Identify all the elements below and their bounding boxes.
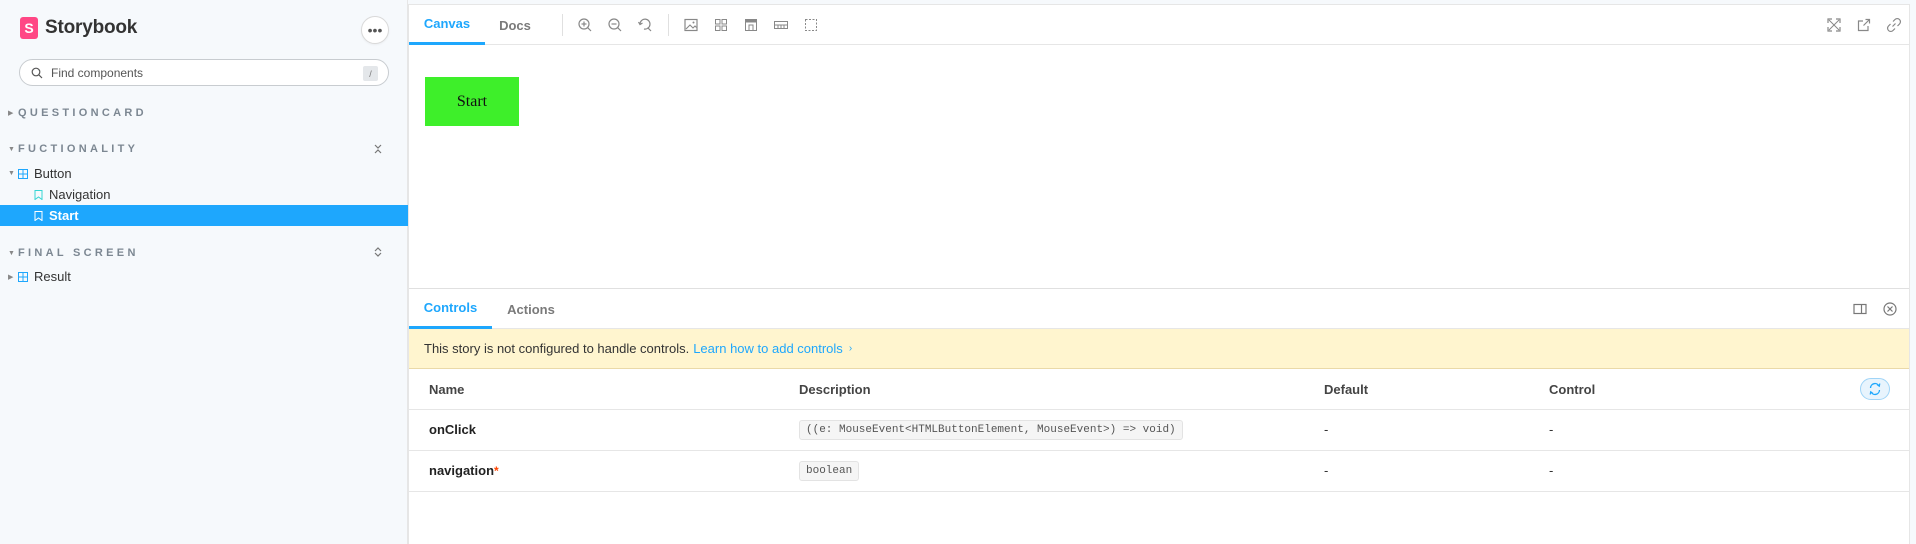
panel-orientation-icon[interactable] xyxy=(1852,301,1868,317)
tree-item-button[interactable]: ▼ Button xyxy=(0,163,408,184)
table-row: navigation* boolean - - xyxy=(409,451,1909,492)
tree-item-label: Navigation xyxy=(49,187,111,202)
toolbar-divider xyxy=(668,14,669,36)
refresh-icon xyxy=(1869,382,1881,396)
prop-type: boolean xyxy=(799,461,860,481)
tree-item-navigation[interactable]: Navigation xyxy=(0,184,408,205)
brand[interactable]: S Storybook xyxy=(20,17,137,39)
tab-docs[interactable]: Docs xyxy=(485,5,545,45)
prop-name: navigation* xyxy=(429,463,499,478)
table-row: onClick ((e: MouseEvent<HTMLButtonElemen… xyxy=(409,410,1909,451)
tree-item-start[interactable]: Start xyxy=(0,205,408,226)
controls-notice: This story is not configured to handle c… xyxy=(409,329,1909,369)
tree-item-label: Result xyxy=(34,269,71,284)
prop-default: - xyxy=(1324,463,1329,478)
start-button[interactable]: Start xyxy=(425,77,519,126)
bookmark-icon xyxy=(34,210,43,221)
group-label: FINAL SCREEN xyxy=(18,247,139,259)
tab-controls[interactable]: Controls xyxy=(409,289,492,329)
bookmark-icon xyxy=(34,189,43,200)
search-icon xyxy=(31,67,43,78)
group-label: FUCTIONALITY xyxy=(18,143,139,155)
zoom-in-icon[interactable] xyxy=(577,17,593,33)
group-fuctionality[interactable]: ▼ FUCTIONALITY xyxy=(8,143,138,155)
brand-name: Storybook xyxy=(45,17,138,38)
prop-type: ((e: MouseEvent<HTMLButtonElement, Mouse… xyxy=(799,420,1183,440)
component-icon xyxy=(18,168,28,179)
group-questioncard[interactable]: ▶ QUESTIONCARD xyxy=(8,107,147,119)
required-marker: * xyxy=(494,464,499,478)
prop-control: - xyxy=(1549,463,1554,478)
chevron-right-icon: › xyxy=(848,343,853,354)
chevron-right-icon: ▶ xyxy=(8,273,14,281)
tab-actions[interactable]: Actions xyxy=(492,289,570,329)
prop-name: onClick xyxy=(429,422,476,437)
tree-item-label: Start xyxy=(49,208,79,223)
search-shortcut-badge: / xyxy=(363,66,378,81)
prop-control: - xyxy=(1549,422,1554,437)
column-header-name: Name xyxy=(429,382,465,397)
column-header-description: Description xyxy=(799,382,871,397)
sidebar: S Storybook ••• / ▶ QUESTIONCARD ▼ FUCTI… xyxy=(0,0,408,544)
copy-link-icon[interactable] xyxy=(1886,17,1902,33)
component-icon xyxy=(18,271,28,282)
search-input[interactable] xyxy=(51,65,351,80)
prop-default: - xyxy=(1324,422,1329,437)
search-box[interactable]: / xyxy=(19,59,389,86)
viewport-icon[interactable] xyxy=(743,17,759,33)
grid-icon[interactable] xyxy=(713,17,729,33)
close-panel-icon[interactable] xyxy=(1882,301,1898,317)
collapse-all-icon[interactable] xyxy=(372,143,384,155)
chevron-right-icon: ▶ xyxy=(8,110,14,117)
main-area: Canvas Docs Start Controls Actions This … xyxy=(409,5,1909,544)
tree-item-result[interactable]: ▶ Result xyxy=(0,266,408,287)
addons-panel: Controls Actions This story is not confi… xyxy=(409,288,1909,544)
learn-controls-link[interactable]: Learn how to add controls xyxy=(693,341,843,356)
chevron-down-icon: ▼ xyxy=(8,170,15,177)
chevron-down-icon: ▼ xyxy=(8,249,15,257)
column-header-default: Default xyxy=(1324,382,1369,397)
group-label: QUESTIONCARD xyxy=(18,107,147,119)
background-icon[interactable] xyxy=(683,17,699,33)
story-canvas: Start xyxy=(409,45,1909,288)
reset-controls-button[interactable] xyxy=(1860,378,1890,400)
chevron-down-icon: ▼ xyxy=(8,145,15,153)
fullscreen-icon[interactable] xyxy=(1826,17,1842,33)
tree-item-label: Button xyxy=(34,166,72,181)
tab-canvas[interactable]: Canvas xyxy=(409,5,485,45)
zoom-reset-icon[interactable] xyxy=(637,17,653,33)
open-new-tab-icon[interactable] xyxy=(1856,17,1872,33)
column-header-control: Control xyxy=(1549,382,1596,397)
zoom-out-icon[interactable] xyxy=(607,17,623,33)
toolbar: Canvas Docs xyxy=(409,5,1909,45)
expand-all-icon[interactable] xyxy=(372,246,384,258)
more-options-button[interactable]: ••• xyxy=(361,16,389,44)
toolbar-divider xyxy=(562,14,563,36)
prop-name-text: navigation xyxy=(429,463,495,478)
group-final-screen[interactable]: ▼ FINAL SCREEN xyxy=(8,247,139,259)
measure-icon[interactable] xyxy=(773,17,789,33)
notice-text: This story is not configured to handle c… xyxy=(424,341,690,356)
outline-icon[interactable] xyxy=(803,17,819,33)
props-table-header: Name Description Default Control xyxy=(409,369,1909,410)
panel-tabs: Controls Actions xyxy=(409,289,1909,329)
storybook-logo-icon: S xyxy=(20,17,38,39)
